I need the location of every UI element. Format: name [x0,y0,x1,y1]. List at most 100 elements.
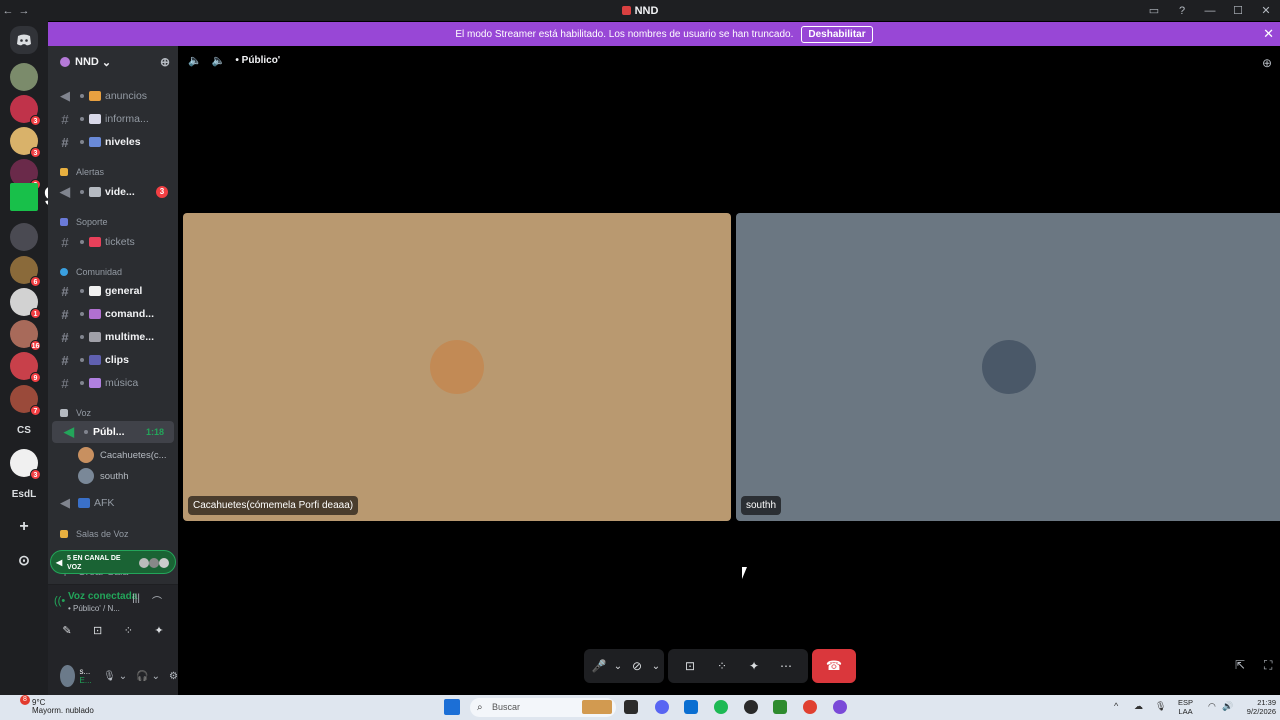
microphone-icon[interactable]: 🎙 [103,671,116,682]
channel-tickets[interactable]: # tickets [48,231,178,253]
bullet [80,381,84,385]
app-icon[interactable] [744,700,758,714]
inbox-icon[interactable]: ▭ [1140,4,1168,17]
discord-home-button[interactable] [10,26,38,54]
microphone-icon[interactable]: 🎤 [586,659,612,673]
server-icon[interactable]: 6 [10,256,41,287]
channel-niveles[interactable]: # niveles [48,131,178,153]
disconnect-icon[interactable]: ⌒ [152,593,162,608]
explore-icon[interactable]: ⊙ [10,548,38,572]
add-server-icon[interactable]: + [10,515,38,539]
weather-widget[interactable]: 9°C Mayorm. nublado [22,699,94,715]
server-icon[interactable]: 1 [10,288,41,319]
category-alertas[interactable]: Alertas [60,167,104,177]
server-icon[interactable]: 3 [10,95,41,126]
participant-tile[interactable]: Cacahuetes(cómemela Porfi deaaa) [183,213,731,521]
windows-start-icon[interactable] [444,699,460,715]
wifi-icon[interactable]: ◠ [1208,701,1216,712]
category-voz[interactable]: Voz [60,408,91,418]
mention-badge: 6 [30,276,41,287]
voice-member[interactable]: Cacahuetes(c... [78,447,167,463]
language-indicator[interactable]: ESP LAA [1178,698,1193,716]
activities-icon[interactable]: ⁘ [115,621,141,641]
volume-icon[interactable]: 🔊 [1222,701,1233,712]
channel-musica[interactable]: # música [48,372,178,394]
cloud-icon[interactable]: ☁ [1134,701,1143,712]
avatar[interactable] [60,665,75,687]
store-icon[interactable] [684,700,698,714]
bullet [80,289,84,293]
soundboard-icon[interactable]: ✦ [146,621,172,641]
microphone-tray-icon[interactable]: 🎙 [1155,701,1166,712]
clock[interactable]: 21:39 9/2/2026 [1247,698,1276,716]
chrome-icon[interactable] [803,700,817,714]
server-icon[interactable]: 3 [10,127,41,158]
server-icon[interactable]: 3 [10,449,41,480]
channel-comandos[interactable]: # comand... [48,303,178,325]
server-icon[interactable] [10,63,38,91]
discord-taskbar-icon[interactable] [655,700,669,714]
channel-general[interactable]: # general [48,280,178,302]
voice-channel-afk[interactable]: ◀ AFK [48,492,178,514]
server-esdl[interactable]: EsdL [10,483,38,507]
user-panel: s... E... 🎙 ⌄ 🎧 ⌄ ⚙ [48,657,178,695]
headset-icon[interactable]: 🎧 [136,671,148,682]
hash-icon: # [61,329,69,345]
server-cs[interactable]: CS [10,419,38,443]
participant-tile[interactable]: southh [736,213,1280,521]
server-icon[interactable]: 9 [10,352,41,383]
voice-status[interactable]: Voz conectada [68,591,137,602]
camera-off-icon[interactable]: ⊘ [624,659,650,673]
banner-close-icon[interactable]: ✕ [1263,26,1274,42]
disable-streamer-button[interactable]: Deshabilitar [801,25,873,43]
emoji-icon [89,114,101,124]
channel-informacion[interactable]: # informa... [48,108,178,130]
category-comunidad[interactable]: Comunidad [60,267,122,277]
members-icon[interactable]: ⊕ [1262,56,1272,70]
maximize-button[interactable]: ☐ [1224,4,1252,17]
chevron-down-icon[interactable]: ⌄ [612,661,624,672]
minimize-button[interactable]: — [1196,5,1224,17]
channel-anuncios[interactable]: ◀ anuncios [48,85,178,107]
weather-desc: Mayorm. nublado [32,706,94,715]
server-icon[interactable] [10,183,38,211]
fullscreen-icon[interactable]: ⛶ [1264,658,1272,673]
spotify-icon[interactable] [714,700,728,714]
add-member-icon[interactable]: ⊕ [160,55,170,69]
more-options-icon[interactable]: ⋯ [770,659,802,673]
server-icon[interactable] [10,223,38,251]
soundboard-icon[interactable]: ✦ [738,659,770,673]
screen-share-icon[interactable]: ⊡ [85,621,111,641]
activities-icon[interactable]: ⁘ [706,659,738,673]
disconnect-button[interactable]: ☎ [812,649,856,683]
taskview-icon[interactable] [624,700,638,714]
help-icon[interactable]: ? [1168,5,1196,17]
voice-member[interactable]: southh [78,468,129,484]
channel-label: música [105,377,139,389]
chrome-profile-icon[interactable] [833,700,847,714]
language-code: ESP [1178,698,1194,707]
category-soporte[interactable]: Soporte [60,217,108,227]
screen-share-icon[interactable]: ⊡ [674,659,706,673]
voice-activity-pill[interactable]: ◀ 5 EN CANAL DE VOZ [50,550,176,574]
noise-suppression-icon[interactable]: ||| [132,593,140,608]
category-salas-de-voz[interactable]: Salas de Voz [60,529,129,539]
server-icon[interactable]: 7 [10,385,41,416]
participant-name: Cacahuetes(cómemela Porfi deaaa) [188,496,359,515]
voice-channel-publico[interactable]: ◀ Públ... 1:18 [52,421,174,443]
channel-clips[interactable]: # clips [48,349,178,371]
chevron-down-icon[interactable]: ⌄ [152,671,160,682]
minecraft-icon[interactable] [773,700,787,714]
guild-header[interactable]: NND ⌄ ⊕ [48,46,178,78]
close-window-button[interactable]: ✕ [1252,4,1280,17]
server-icon[interactable]: 16 [10,320,41,351]
chevron-down-icon[interactable]: ⌄ [119,671,127,682]
tray-expand-icon[interactable]: ^ [1114,701,1118,711]
signal-icon[interactable]: ((• [54,595,65,607]
channel-videos[interactable]: ◀ vide... 3 [48,181,178,203]
camera-off-icon[interactable]: ✎ [54,621,80,641]
settings-gear-icon[interactable]: ⚙ [169,671,178,682]
chevron-down-icon[interactable]: ⌄ [650,661,662,672]
channel-multimedia[interactable]: # multime... [48,326,178,348]
popout-icon[interactable]: ⇱ [1235,658,1245,672]
